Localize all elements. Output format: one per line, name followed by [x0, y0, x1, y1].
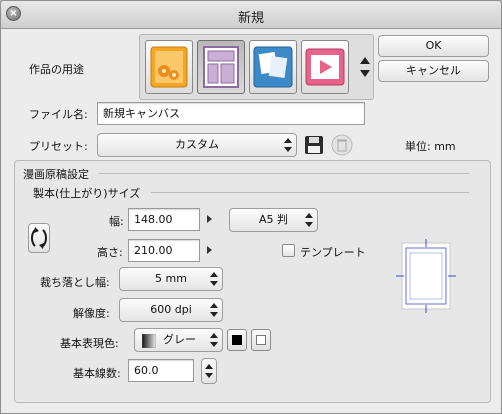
height-expand-arrow-icon[interactable]	[207, 246, 212, 254]
height-input[interactable]: 210.00	[128, 239, 200, 262]
title-bar: × 新規	[1, 1, 501, 29]
purpose-label: 作品の用途	[29, 63, 84, 76]
chevron-updown-icon	[305, 213, 313, 227]
animation-icon	[305, 48, 345, 86]
section-divider	[99, 173, 469, 174]
color-mode-select[interactable]: グレー	[134, 328, 223, 352]
rotate-icon	[31, 227, 47, 249]
cancel-button[interactable]: キャンセル	[378, 60, 489, 82]
rotate-orientation-button[interactable]	[28, 223, 50, 253]
drawing-color-black-button[interactable]	[227, 329, 247, 351]
resolution-label: 解像度:	[73, 307, 110, 320]
resolution-value: 600 dpi	[150, 303, 192, 316]
resolution-select[interactable]: 600 dpi	[119, 298, 223, 322]
line-count-stepper[interactable]	[201, 358, 217, 384]
comic-icon	[203, 46, 239, 88]
template-label: テンプレート	[300, 246, 366, 259]
purpose-comic-button[interactable]	[197, 40, 245, 94]
up-down-arrows-icon	[360, 57, 370, 77]
purpose-scroll-arrows[interactable]	[359, 53, 371, 81]
purpose-animation-button[interactable]	[301, 40, 349, 94]
bleed-value: 5 mm	[155, 272, 187, 285]
unit-label: 単位: mm	[405, 140, 456, 153]
black-swatch-icon	[232, 335, 242, 345]
bleed-label: 裁ち落とし幅:	[40, 276, 110, 289]
drawing-color-white-button[interactable]	[251, 329, 271, 351]
height-label: 高さ:	[97, 246, 123, 259]
page-preview-graphic	[396, 239, 456, 313]
page-preview	[396, 237, 456, 313]
binding-size-title: 製本(仕上がり)サイズ	[33, 187, 141, 200]
width-expand-arrow-icon[interactable]	[207, 215, 212, 223]
line-count-input[interactable]: 60.0	[128, 359, 194, 382]
size-preset-select[interactable]: A5 判	[229, 208, 318, 232]
manga-section-title: 漫画原稿設定	[23, 168, 89, 181]
preset-value: カスタム	[175, 138, 219, 151]
purpose-selector	[139, 34, 374, 100]
color-mode-value: グレー	[163, 333, 196, 346]
template-checkbox[interactable]	[282, 244, 295, 257]
illustration-icon	[150, 46, 188, 88]
binding-divider	[151, 192, 469, 193]
color-mode-label: 基本表現色:	[60, 337, 119, 350]
bleed-select[interactable]: 5 mm	[119, 267, 223, 291]
width-label: 幅:	[109, 215, 124, 228]
size-preset-value: A5 判	[258, 213, 289, 226]
stepper-arrows-icon	[205, 364, 213, 378]
new-canvas-dialog: × 新規 作品の用途 OK キャンセル ファイル名: 新規キャンバス プリセット…	[0, 0, 502, 414]
purpose-multi-page-button[interactable]	[249, 40, 297, 94]
delete-preset-button[interactable]	[331, 133, 353, 157]
purpose-illustration-button[interactable]	[145, 40, 193, 94]
chevron-updown-icon	[210, 303, 218, 317]
ok-button[interactable]: OK	[378, 35, 489, 57]
chevron-updown-icon	[284, 138, 292, 152]
save-preset-button[interactable]	[303, 133, 325, 157]
width-input[interactable]: 148.00	[128, 208, 200, 231]
preset-select[interactable]: カスタム	[97, 133, 297, 157]
window-title: 新規	[237, 11, 264, 26]
preset-label: プリセット:	[29, 140, 88, 153]
file-name-label: ファイル名:	[29, 108, 88, 121]
line-count-label: 基本線数:	[73, 367, 121, 380]
file-name-input[interactable]: 新規キャンバス	[97, 102, 365, 125]
white-swatch-icon	[256, 335, 266, 345]
floppy-disk-icon	[305, 136, 323, 154]
gray-gradient-icon	[142, 334, 156, 348]
chevron-updown-icon	[210, 333, 218, 347]
trash-icon	[331, 134, 353, 156]
chevron-updown-icon	[210, 272, 218, 286]
multi-page-icon	[253, 46, 293, 88]
